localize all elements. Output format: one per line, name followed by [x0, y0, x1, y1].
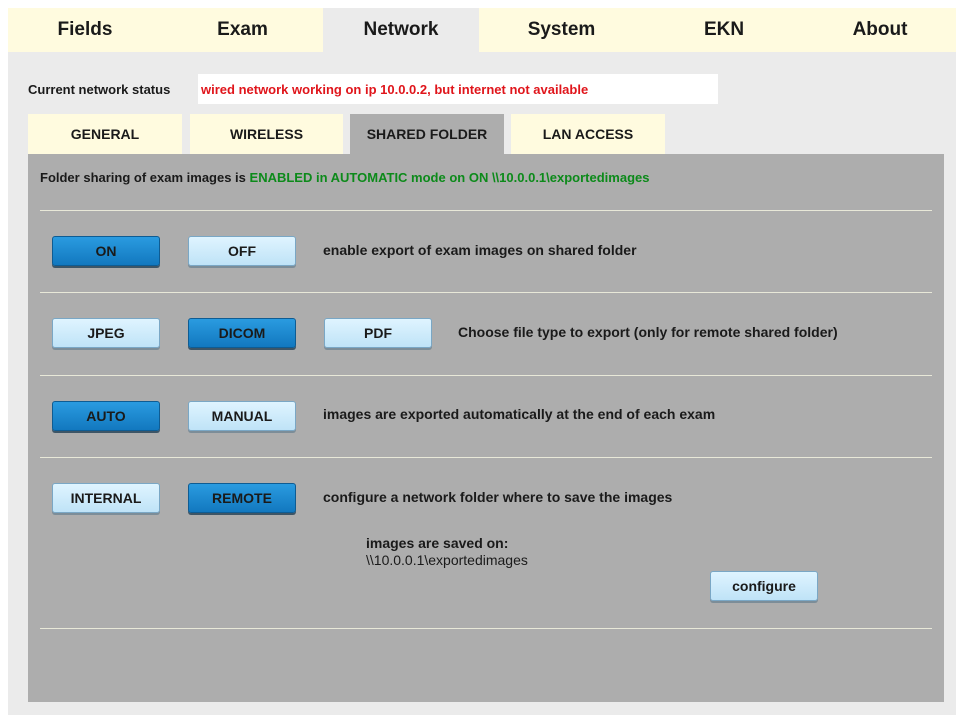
location-description: configure a network folder where to save… — [323, 489, 673, 505]
sharing-status-state: ENABLED in AUTOMATIC mode on ON \\10.0.0… — [249, 170, 650, 185]
on-button[interactable]: ON — [52, 236, 160, 266]
mode-description: images are exported automatically at the… — [323, 406, 716, 422]
filetype-description: Choose file type to export (only for rem… — [458, 324, 838, 340]
main-tab-bar: Fields Exam Network System EKN About — [8, 8, 956, 52]
divider — [40, 457, 932, 458]
internal-button[interactable]: INTERNAL — [52, 483, 160, 513]
network-status-row: Current network status — [28, 74, 173, 104]
tab-network[interactable]: Network — [323, 8, 479, 52]
tab-about[interactable]: About — [804, 8, 956, 52]
network-status-label: Current network status — [28, 81, 171, 97]
tab-ekn[interactable]: EKN — [644, 8, 804, 52]
off-button[interactable]: OFF — [188, 236, 296, 266]
dicom-button[interactable]: DICOM — [188, 318, 296, 348]
tab-fields[interactable]: Fields — [8, 8, 162, 52]
divider — [40, 210, 932, 211]
divider — [40, 375, 932, 376]
saved-on-label: images are saved on: — [366, 535, 509, 551]
shared-folder-panel — [28, 154, 944, 702]
divider — [40, 292, 932, 293]
pdf-button[interactable]: PDF — [324, 318, 432, 348]
configure-button[interactable]: configure — [710, 571, 818, 601]
auto-button[interactable]: AUTO — [52, 401, 160, 431]
sharing-status-message: Folder sharing of exam images is ENABLED… — [40, 170, 649, 185]
remote-button[interactable]: REMOTE — [188, 483, 296, 513]
divider — [40, 628, 932, 629]
subtab-shared-folder[interactable]: SHARED FOLDER — [350, 114, 504, 154]
network-status-value: wired network working on ip 10.0.0.2, bu… — [198, 74, 718, 104]
subtab-general[interactable]: GENERAL — [28, 114, 182, 154]
jpeg-button[interactable]: JPEG — [52, 318, 160, 348]
sharing-status-prefix: Folder sharing of exam images is — [40, 170, 246, 185]
enable-description: enable export of exam images on shared f… — [323, 242, 637, 258]
manual-button[interactable]: MANUAL — [188, 401, 296, 431]
tab-exam[interactable]: Exam — [162, 8, 323, 52]
saved-path: \\10.0.0.1\exportedimages — [366, 552, 528, 568]
subtab-wireless[interactable]: WIRELESS — [190, 114, 343, 154]
subtab-lan-access[interactable]: LAN ACCESS — [511, 114, 665, 154]
tab-system[interactable]: System — [479, 8, 644, 52]
